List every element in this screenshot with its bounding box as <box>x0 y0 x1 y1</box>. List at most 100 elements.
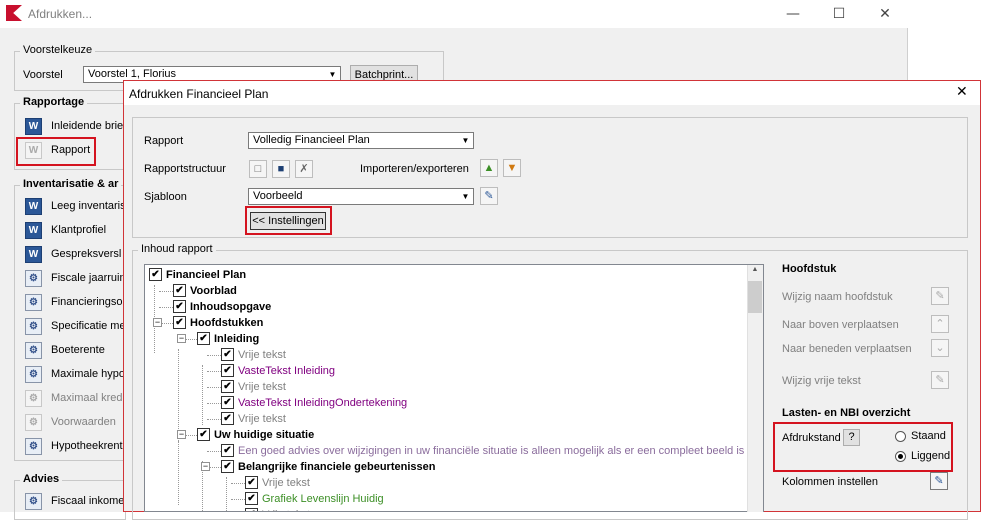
rapportage-legend: Rapportage <box>20 96 88 108</box>
minimize-button[interactable]: — <box>770 2 816 26</box>
tree-connector-line <box>207 451 221 452</box>
liggend-label[interactable]: Liggend <box>911 450 950 462</box>
tree-node-label[interactable]: Een goed advies over wijzigingen in uw f… <box>238 444 763 460</box>
report-icon[interactable]: ⚙ <box>25 342 42 359</box>
tree-node-label[interactable]: Belangrijke financiele gebeurtenissen <box>238 460 435 476</box>
scrollbar-thumb[interactable] <box>748 281 762 313</box>
rapport-select[interactable]: Volledig Financieel Plan ▼ <box>248 132 474 149</box>
inventarisatie-item-label[interactable]: Hypotheekrente <box>51 440 129 452</box>
tree-node-label[interactable]: Hoofdstukken <box>190 316 263 332</box>
tree-node-label[interactable]: Inleiding <box>214 332 259 348</box>
arrow-down-icon[interactable]: ⌄ <box>931 339 949 357</box>
delete-structure-icon[interactable]: ✗ <box>295 160 313 178</box>
staand-radio[interactable] <box>895 431 906 442</box>
edit-text-icon[interactable]: ✎ <box>931 371 949 389</box>
word-doc-icon[interactable]: W <box>25 246 42 263</box>
rapport-label: Rapport <box>144 135 184 147</box>
staand-label[interactable]: Staand <box>911 430 946 442</box>
tree-checkbox[interactable]: ✔ <box>245 508 258 511</box>
tree-node-label[interactable]: Vrije tekst <box>262 476 310 492</box>
report-icon[interactable]: ⚙ <box>25 414 42 431</box>
voorstel-label: Voorstel <box>23 69 63 81</box>
tree-node-label[interactable]: Vrije tekst <box>238 380 286 396</box>
report-icon[interactable]: ⚙ <box>25 318 42 335</box>
edit-template-icon[interactable]: ✎ <box>480 187 498 205</box>
report-icon[interactable]: ⚙ <box>25 438 42 455</box>
tree-checkbox[interactable]: ✔ <box>245 476 258 489</box>
doc-icon[interactable]: W <box>25 142 42 159</box>
tree-checkbox[interactable]: ✔ <box>197 428 210 441</box>
import-icon[interactable]: ▲ <box>480 159 498 177</box>
inventarisatie-item-label[interactable]: Boeterente <box>51 344 105 356</box>
word-doc-icon[interactable]: W <box>25 118 42 135</box>
export-icon[interactable]: ▼ <box>503 159 521 177</box>
report-icon[interactable]: ⚙ <box>25 390 42 407</box>
help-button[interactable]: ? <box>843 429 860 446</box>
tree-checkbox[interactable]: ✔ <box>221 412 234 425</box>
collapse-toggle[interactable]: − <box>201 462 210 471</box>
collapse-toggle[interactable]: − <box>153 318 162 327</box>
rapport-item-label[interactable]: Rapport <box>51 144 90 156</box>
inventarisatie-item-label[interactable]: Gespreksversl <box>51 248 121 260</box>
collapse-toggle[interactable]: − <box>177 430 186 439</box>
tree-connector-line <box>207 403 221 404</box>
inventarisatie-item-label[interactable]: Specificatie me <box>51 320 126 332</box>
tree-checkbox[interactable]: ✔ <box>149 268 162 281</box>
tree-connector-line <box>207 419 221 420</box>
tree-checkbox[interactable]: ✔ <box>221 348 234 361</box>
inventarisatie-item-label[interactable]: Leeg inventaris <box>51 200 126 212</box>
arrow-up-icon[interactable]: ⌃ <box>931 315 949 333</box>
maximize-button[interactable]: ☐ <box>816 2 862 26</box>
sjabloon-select[interactable]: Voorbeeld ▼ <box>248 188 474 205</box>
kolommen-edit-icon[interactable]: ✎ <box>930 472 948 490</box>
word-doc-icon[interactable]: W <box>25 198 42 215</box>
liggend-radio[interactable] <box>895 451 906 462</box>
inventarisatie-item-label[interactable]: Voorwaarden <box>51 416 116 428</box>
tree-checkbox[interactable]: ✔ <box>221 364 234 377</box>
tree-checkbox[interactable]: ✔ <box>173 316 186 329</box>
tree-node-label[interactable]: VasteTekst Inleiding <box>238 364 335 380</box>
tree-node-label[interactable]: Financieel Plan <box>166 268 246 284</box>
tree-checkbox[interactable]: ✔ <box>197 332 210 345</box>
tree-checkbox[interactable]: ✔ <box>173 284 186 297</box>
edit-icon[interactable]: ✎ <box>931 287 949 305</box>
instellingen-button[interactable]: << Instellingen <box>250 212 326 230</box>
collapse-toggle[interactable]: − <box>177 334 186 343</box>
tree-checkbox[interactable]: ✔ <box>245 492 258 505</box>
tree-node-label[interactable]: Uw huidige situatie <box>214 428 314 444</box>
tree-checkbox[interactable]: ✔ <box>173 300 186 313</box>
tree-checkbox[interactable]: ✔ <box>221 460 234 473</box>
inventarisatie-item-label[interactable]: Klantprofiel <box>51 224 106 236</box>
dialog-close-button[interactable]: ✕ <box>956 84 968 100</box>
tree-node-label[interactable]: Vrije tekst <box>238 412 286 428</box>
tree-node-label[interactable]: Voorblad <box>190 284 237 300</box>
report-icon[interactable]: ⚙ <box>25 270 42 287</box>
inventarisatie-item-label[interactable]: Financieringsop <box>51 296 129 308</box>
tree-checkbox[interactable]: ✔ <box>221 380 234 393</box>
inventarisatie-item-label[interactable]: Fiscale jaarruin <box>51 272 126 284</box>
inventarisatie-item-label[interactable]: Maximaal kredie <box>51 392 131 404</box>
save-structure-icon[interactable]: ■ <box>272 160 290 178</box>
word-doc-icon[interactable]: W <box>25 222 42 239</box>
tree-connector-line <box>178 349 179 441</box>
tree-node-label[interactable]: Vrije tekst <box>238 348 286 364</box>
rapportage-item-label[interactable]: Inleidende brie <box>51 120 123 132</box>
tree-checkbox[interactable]: ✔ <box>221 396 234 409</box>
tree-connector-line <box>231 499 245 500</box>
report-icon[interactable]: ⚙ <box>25 493 42 510</box>
inventarisatie-item-label[interactable]: Maximale hypot <box>51 368 128 380</box>
report-content-tree[interactable]: ✔ Financieel Plan ✔ Voorblad ✔ Inhoudsopgave −… <box>144 264 764 512</box>
advies-item-label[interactable]: Fiscaal inkome <box>51 495 124 507</box>
scroll-up-icon[interactable]: ▲ <box>750 266 760 274</box>
report-icon[interactable]: ⚙ <box>25 294 42 311</box>
voorstel-value: Voorstel 1, Florius <box>88 68 177 80</box>
tree-node-label[interactable]: VasteTekst InleidingOndertekening <box>238 396 407 412</box>
tree-node-label[interactable]: Grafiek Levenslijn Huidig <box>262 492 384 508</box>
report-icon[interactable]: ⚙ <box>25 366 42 383</box>
close-window-button[interactable]: ✕ <box>862 2 908 26</box>
new-structure-icon[interactable]: □ <box>249 160 267 178</box>
tree-checkbox[interactable]: ✔ <box>221 444 234 457</box>
tree-connector-line <box>207 355 221 356</box>
tree-node-label[interactable]: Vrije tekst <box>262 508 310 511</box>
tree-node-label[interactable]: Inhoudsopgave <box>190 300 271 316</box>
